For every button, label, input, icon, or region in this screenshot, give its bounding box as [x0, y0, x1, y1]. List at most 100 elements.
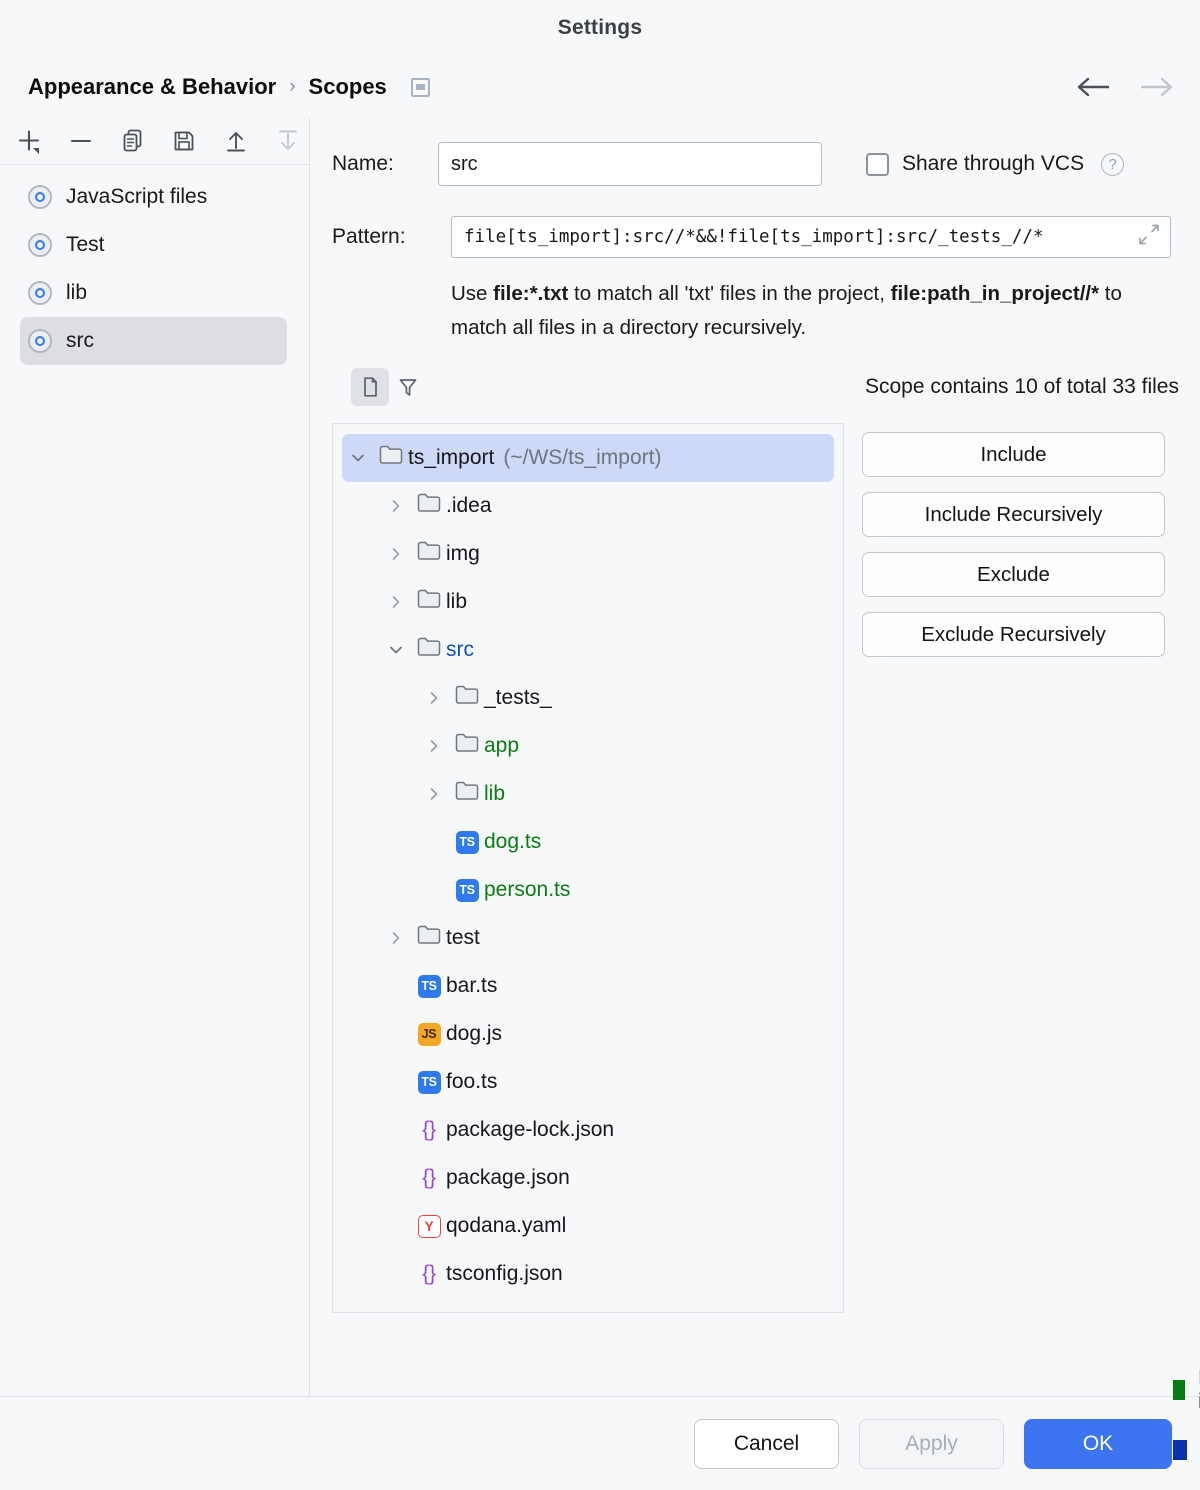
filter-funnel-icon[interactable]	[389, 368, 427, 406]
chevron-down-icon[interactable]	[342, 450, 374, 466]
chevron-right-icon[interactable]	[380, 498, 412, 514]
tree-node[interactable]: test	[380, 914, 834, 962]
tree-node-label: package.json	[446, 1166, 570, 1190]
tree-node[interactable]: {}package.json	[380, 1154, 834, 1202]
legend-row-recursively-included: Recursively included	[1173, 1366, 1200, 1414]
tree-node[interactable]: JSdog.js	[380, 1010, 834, 1058]
tree-node[interactable]: img	[380, 530, 834, 578]
project-file-tree[interactable]: ts_import(~/WS/ts_import) .idea img lib src _…	[332, 423, 844, 1313]
folder-icon	[416, 636, 442, 664]
copy-icon[interactable]	[112, 124, 154, 158]
window-title: Settings	[558, 16, 642, 40]
breadcrumb-root[interactable]: Appearance & Behavior	[28, 74, 276, 100]
tree-node-label: qodana.yaml	[446, 1214, 566, 1238]
name-row: Name: Share through VCS ?	[332, 142, 1180, 186]
remove-scope-button[interactable]	[60, 124, 102, 158]
typescript-file-icon: TS	[418, 975, 441, 998]
javascript-file-icon: JS	[418, 1023, 441, 1046]
include-recursively-button[interactable]: Include Recursively	[862, 492, 1165, 537]
include-exclude-buttons: Include Include Recursively Exclude Excl…	[862, 423, 1165, 1313]
tree-node[interactable]: TSdog.ts	[418, 818, 834, 866]
cancel-button[interactable]: Cancel	[694, 1419, 839, 1469]
apply-button[interactable]: Apply	[859, 1419, 1004, 1469]
chevron-right-icon[interactable]	[380, 594, 412, 610]
folder-icon	[416, 924, 442, 952]
chevron-down-icon[interactable]	[380, 642, 412, 658]
chevron-right-icon[interactable]	[380, 930, 412, 946]
breadcrumb-current[interactable]: Scopes	[309, 74, 387, 100]
include-button[interactable]: Include	[862, 432, 1165, 477]
tree-node-label: src	[446, 638, 474, 662]
tree-node-label: foo.ts	[446, 1070, 497, 1094]
scope-item-label: JavaScript files	[66, 185, 207, 209]
tree-node-selected[interactable]: ts_import(~/WS/ts_import)	[342, 434, 834, 482]
tree-node[interactable]: TSfoo.ts	[380, 1058, 834, 1106]
tree-node-icon: TS	[412, 975, 446, 998]
help-icon[interactable]: ?	[1101, 153, 1124, 176]
tree-node-icon	[412, 636, 446, 664]
expand-diagonal-icon[interactable]	[1136, 222, 1162, 253]
tree-node[interactable]: app	[418, 722, 834, 770]
tree-node-icon	[412, 540, 446, 568]
tree-node[interactable]: {}tsconfig.json	[380, 1250, 834, 1298]
scope-detail-pane: Name: Share through VCS ? Pattern: file[…	[310, 118, 1200, 1396]
chevron-right-icon[interactable]	[418, 786, 450, 802]
tree-node-icon	[374, 444, 408, 472]
scope-list-item-selected[interactable]: src	[20, 317, 287, 365]
chevron-right-icon[interactable]	[380, 546, 412, 562]
scope-list-item[interactable]: JavaScript files	[20, 173, 287, 221]
tree-node-icon	[412, 492, 446, 520]
tree-node[interactable]: .idea	[380, 482, 834, 530]
scope-radio-icon	[28, 329, 52, 353]
folder-icon	[454, 780, 480, 808]
tree-node-icon: {}	[412, 1119, 446, 1142]
tree-node-label: .idea	[446, 494, 492, 518]
save-icon[interactable]	[163, 124, 205, 158]
exclude-recursively-button[interactable]: Exclude Recursively	[862, 612, 1165, 657]
tree-node-label: _tests_	[484, 686, 552, 710]
navigation-arrows	[1076, 76, 1174, 98]
pattern-hint: Use file:*.txt to match all 'txt' files …	[451, 277, 1151, 345]
tree-node[interactable]: lib	[418, 770, 834, 818]
chevron-right-icon[interactable]	[418, 690, 450, 706]
pattern-row: Pattern: file[ts_import]:src//*&&!file[t…	[332, 216, 1180, 258]
pattern-input[interactable]: file[ts_import]:src//*&&!file[ts_import]…	[451, 216, 1171, 258]
tree-node-label: img	[446, 542, 480, 566]
arrow-up-bar-icon[interactable]	[215, 124, 257, 158]
file-page-icon[interactable]	[351, 368, 389, 406]
tree-node[interactable]: src	[380, 626, 834, 674]
typescript-file-icon: TS	[418, 1071, 441, 1094]
scope-list-item[interactable]: Test	[20, 221, 287, 269]
folder-icon	[416, 588, 442, 616]
add-scope-button[interactable]	[8, 124, 50, 158]
tree-node-icon	[412, 588, 446, 616]
legend-row-partially-included: Partially included	[1173, 1426, 1200, 1474]
tree-node-icon: JS	[412, 1023, 446, 1046]
tree-node[interactable]: TSbar.ts	[380, 962, 834, 1010]
tree-node[interactable]: _tests_	[418, 674, 834, 722]
share-vcs-checkbox[interactable]	[866, 153, 889, 176]
hint-mid: to match all 'txt' files in the project,	[568, 282, 890, 305]
name-label: Name:	[332, 152, 438, 176]
yaml-file-icon: Y	[418, 1215, 441, 1238]
tree-node-label: dog.js	[446, 1022, 502, 1046]
ok-button[interactable]: OK	[1024, 1419, 1172, 1469]
panel-toggle-icon[interactable]	[411, 78, 430, 97]
scope-radio-icon	[28, 233, 52, 257]
tree-color-legend: Recursively included Partially included	[1173, 1366, 1200, 1474]
arrow-left-icon[interactable]	[1076, 76, 1112, 98]
tree-node-icon: {}	[412, 1167, 446, 1190]
tree-node[interactable]: Yqodana.yaml	[380, 1202, 834, 1250]
tree-node-icon: TS	[450, 831, 484, 854]
tree-node[interactable]: lib	[380, 578, 834, 626]
scope-name-input[interactable]	[438, 142, 822, 186]
scope-list-item[interactable]: lib	[20, 269, 287, 317]
tree-node[interactable]: TSperson.ts	[418, 866, 834, 914]
tree-node[interactable]: {}package-lock.json	[380, 1106, 834, 1154]
share-through-vcs-row[interactable]: Share through VCS ?	[866, 152, 1124, 176]
chevron-right-icon[interactable]	[418, 738, 450, 754]
share-vcs-label: Share through VCS	[902, 152, 1084, 176]
tree-toolbar: Scope contains 10 of total 33 files	[351, 367, 1180, 407]
tree-node-icon: Y	[412, 1215, 446, 1238]
exclude-button[interactable]: Exclude	[862, 552, 1165, 597]
